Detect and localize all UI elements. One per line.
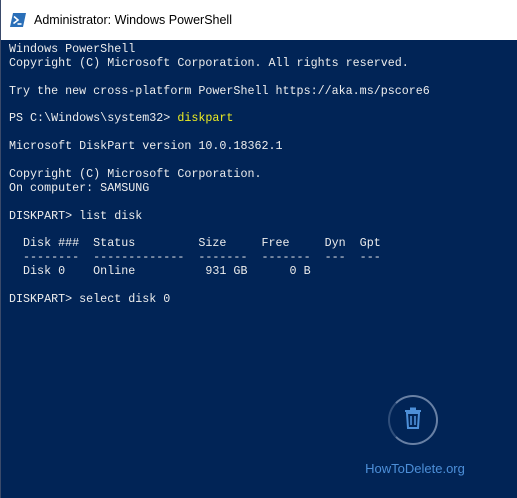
trash-icon: [404, 407, 422, 434]
disk-table-row: Disk 0 Online 931 GB 0 B: [9, 264, 311, 279]
watermark-text: HowToDelete.org: [365, 461, 465, 476]
diskpart-command: diskpart: [177, 111, 234, 126]
powershell-icon: [10, 12, 26, 28]
disk-table-separator: -------- ------------- ------- ------- -…: [9, 250, 381, 265]
console-line: DISKPART> select disk 0: [9, 292, 171, 307]
console-line: Windows PowerShell: [9, 42, 136, 56]
console-line: DISKPART> list disk: [9, 208, 143, 223]
watermark-badge: [388, 395, 438, 445]
watermark: HowToDelete.org: [360, 395, 470, 480]
console-line: Try the new cross-platform PowerShell ht…: [9, 83, 430, 98]
window-title: Administrator: Windows PowerShell: [34, 13, 232, 27]
powershell-window: Administrator: Windows PowerShell Window…: [0, 0, 517, 498]
console-line: On computer: SAMSUNG: [9, 180, 150, 195]
console-line: Copyright (C) Microsoft Corporation. All…: [9, 55, 409, 70]
prompt-text: PS C:\Windows\system32>: [9, 111, 178, 126]
title-bar[interactable]: Administrator: Windows PowerShell: [1, 0, 517, 40]
console-line: Microsoft DiskPart version 10.0.18362.1: [9, 139, 283, 154]
disk-table-header: Disk ### Status Size Free Dyn Gpt: [9, 236, 381, 251]
prompt-line: PS C:\Windows\system32> diskpart: [9, 112, 517, 126]
console-line: Copyright (C) Microsoft Corporation.: [9, 167, 262, 182]
